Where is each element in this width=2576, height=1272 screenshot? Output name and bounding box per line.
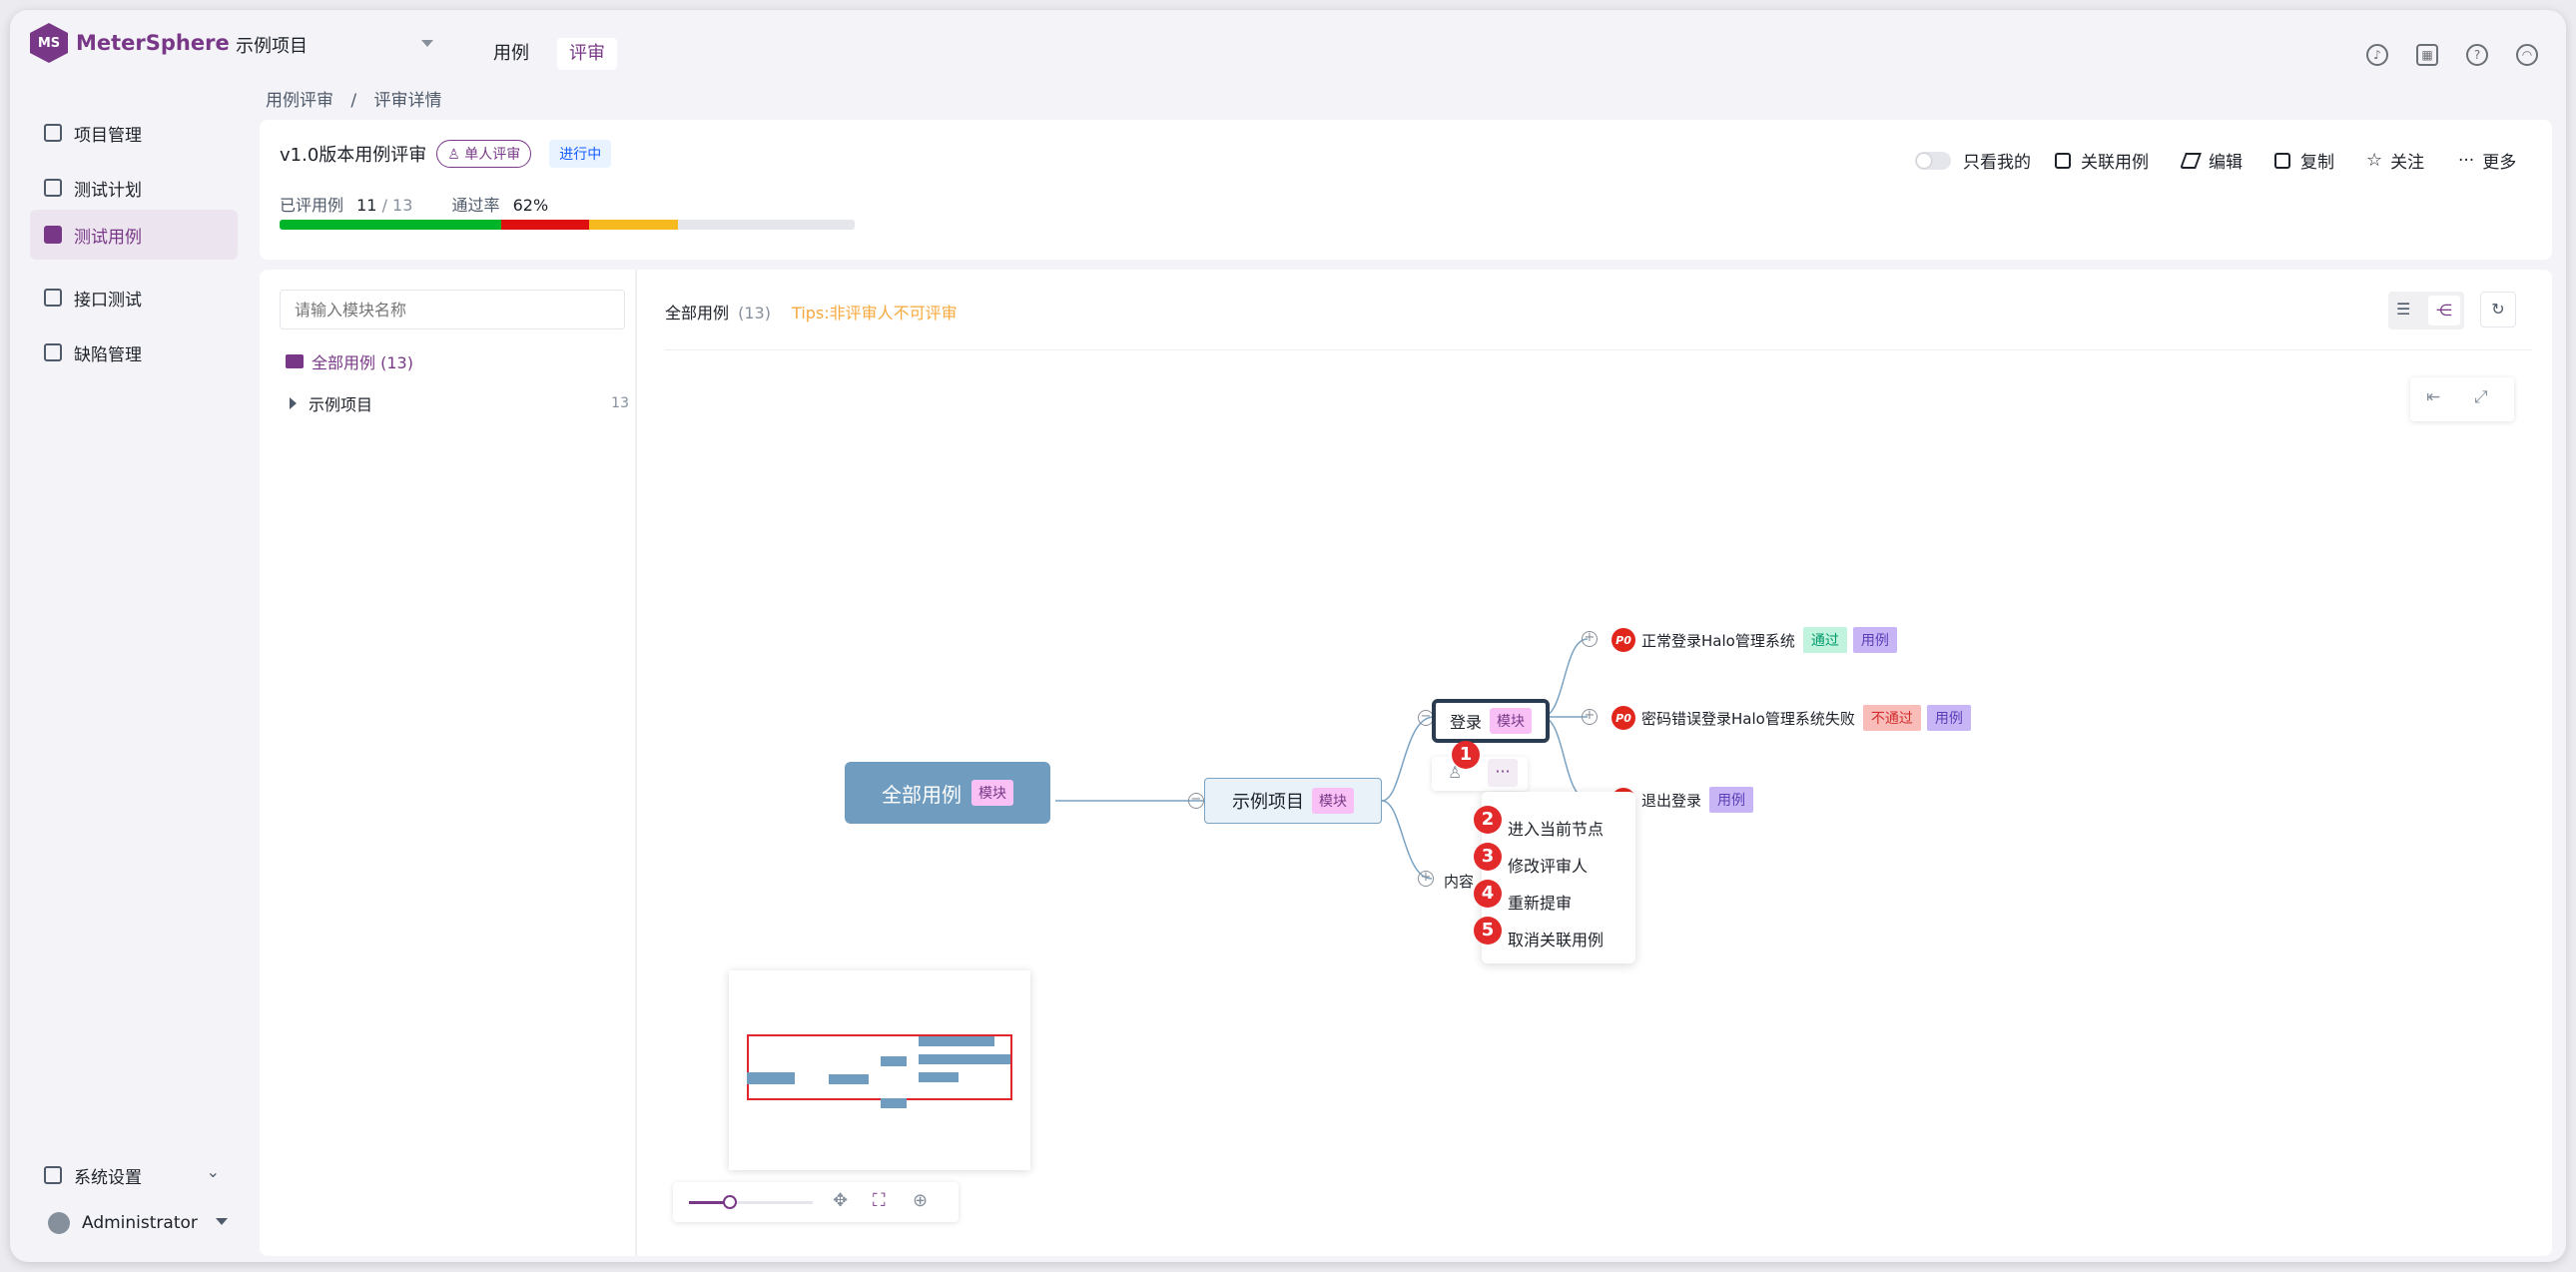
- menu-item-unlink-case[interactable]: 取消关联用例: [1508, 927, 1604, 951]
- mindmap-content-node[interactable]: 内容: [1444, 871, 1474, 892]
- mindmap-minimap[interactable]: [729, 970, 1030, 1170]
- root-node-label: 全部用例: [882, 782, 962, 807]
- zoom-toolbar: ✥ ⛶ ⊕: [673, 1182, 959, 1222]
- priority-p0-icon: P0: [1611, 628, 1635, 652]
- step-badge-2: 2: [1474, 806, 1502, 834]
- minimap-node: [919, 1072, 959, 1082]
- content-node-label: 内容: [1444, 873, 1475, 891]
- mindmap-case-node[interactable]: P0 正常登录Halo管理系统 通过 用例: [1611, 627, 1897, 653]
- mindmap-project-node[interactable]: 示例项目 模块: [1204, 778, 1382, 824]
- zoom-slider-handle[interactable]: [723, 1195, 737, 1209]
- minimap-node: [881, 1098, 907, 1108]
- expand-node-icon[interactable]: +: [1418, 871, 1434, 887]
- mindmap-case-node[interactable]: P0 密码错误登录Halo管理系统失败 不通过 用例: [1611, 705, 1971, 731]
- node-context-menu: 进入当前节点 修改评审人 重新提审 取消关联用例: [1482, 792, 1635, 963]
- step-badge-4: 4: [1474, 880, 1502, 908]
- project-node-label: 示例项目: [1232, 792, 1304, 813]
- fit-view-icon[interactable]: ⛶: [873, 1190, 886, 1211]
- mindmap-connectors: [1055, 638, 1589, 880]
- menu-item-change-reviewer[interactable]: 修改评审人: [1508, 853, 1588, 877]
- step-badge-1: 1: [1452, 741, 1480, 769]
- module-tag: 模块: [1490, 708, 1532, 734]
- mindmap-login-node[interactable]: 登录 模块: [1432, 699, 1550, 743]
- collapse-node-icon[interactable]: −: [1188, 793, 1204, 809]
- minimap-node: [747, 1072, 795, 1084]
- case-node-label: 退出登录: [1641, 791, 1702, 810]
- module-tag: 模块: [1312, 788, 1354, 814]
- priority-p0-icon: P0: [1611, 706, 1635, 730]
- minimap-node: [881, 1056, 907, 1066]
- step-badge-5: 5: [1474, 917, 1502, 945]
- menu-item-resubmit[interactable]: 重新提审: [1508, 890, 1572, 914]
- mindmap-root-node[interactable]: 全部用例 模块: [845, 762, 1050, 824]
- step-badge-3: 3: [1474, 843, 1502, 871]
- status-fail-tag: 不通过: [1862, 705, 1921, 731]
- node-action-bar: ♙ ···: [1432, 757, 1528, 791]
- minimap-node: [829, 1074, 869, 1084]
- module-tag: 模块: [971, 780, 1013, 806]
- expand-node-icon[interactable]: +: [1582, 709, 1598, 725]
- minimap-node: [919, 1036, 994, 1046]
- expand-node-icon[interactable]: +: [1582, 631, 1598, 647]
- case-tag: 用例: [1852, 627, 1897, 653]
- locate-icon[interactable]: ⊕: [913, 1190, 928, 1211]
- menu-item-enter-node[interactable]: 进入当前节点: [1508, 816, 1604, 840]
- case-node-label: 密码错误登录Halo管理系统失败: [1641, 709, 1855, 728]
- case-tag: 用例: [1709, 787, 1754, 813]
- minimap-node: [919, 1054, 1010, 1064]
- status-pass-tag: 通过: [1802, 627, 1847, 653]
- app-window: MS MeterSphere 示例项目 用例 评审 ♪ ▦ ? ◠ 项目管理 测…: [10, 10, 2566, 1262]
- login-node-label: 登录: [1449, 713, 1482, 732]
- move-icon[interactable]: ✥: [833, 1190, 848, 1211]
- case-node-label: 正常登录Halo管理系统: [1641, 631, 1795, 650]
- node-more-icon[interactable]: ···: [1488, 759, 1518, 787]
- case-tag: 用例: [1926, 705, 1971, 731]
- zoom-slider-track[interactable]: [689, 1195, 813, 1209]
